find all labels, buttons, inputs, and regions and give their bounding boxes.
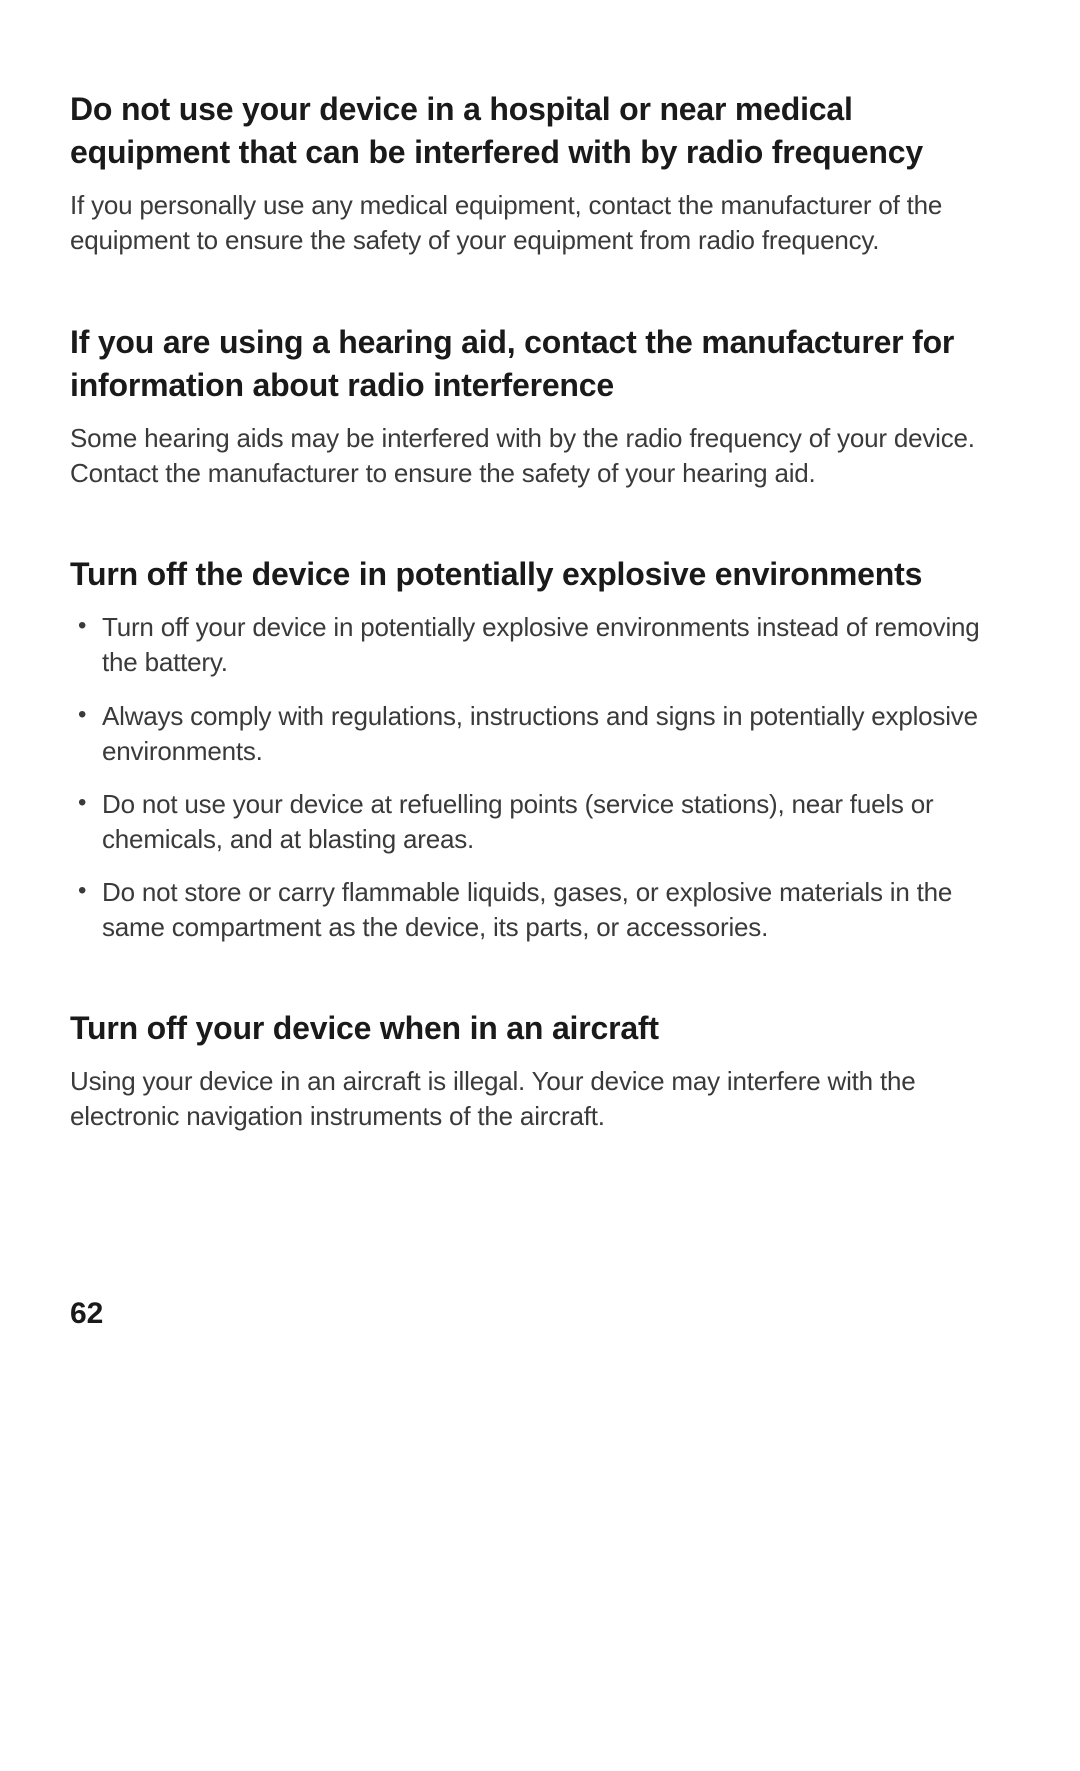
heading-explosive: Turn off the device in potentially explo…: [70, 553, 1010, 596]
heading-aircraft: Turn off your device when in an aircraft: [70, 1007, 1010, 1050]
section-hearing-aid: If you are using a hearing aid, contact …: [70, 321, 1010, 492]
page-number: 62: [70, 1297, 103, 1331]
list-item: Always comply with regulations, instruct…: [70, 699, 1010, 769]
bullet-list-explosive: Turn off your device in potentially expl…: [70, 610, 1010, 945]
page-content: Do not use your device in a hospital or …: [0, 0, 1080, 1134]
heading-hospital: Do not use your device in a hospital or …: [70, 88, 1010, 174]
section-hospital: Do not use your device in a hospital or …: [70, 88, 1010, 259]
body-hospital: If you personally use any medical equipm…: [70, 188, 1010, 258]
body-aircraft: Using your device in an aircraft is ille…: [70, 1064, 1010, 1134]
list-item: Do not store or carry flammable liquids,…: [70, 875, 1010, 945]
section-aircraft: Turn off your device when in an aircraft…: [70, 1007, 1010, 1134]
heading-hearing-aid: If you are using a hearing aid, contact …: [70, 321, 1010, 407]
section-explosive: Turn off the device in potentially explo…: [70, 553, 1010, 945]
list-item: Do not use your device at refuelling poi…: [70, 787, 1010, 857]
list-item: Turn off your device in potentially expl…: [70, 610, 1010, 680]
body-hearing-aid: Some hearing aids may be interfered with…: [70, 421, 1010, 491]
